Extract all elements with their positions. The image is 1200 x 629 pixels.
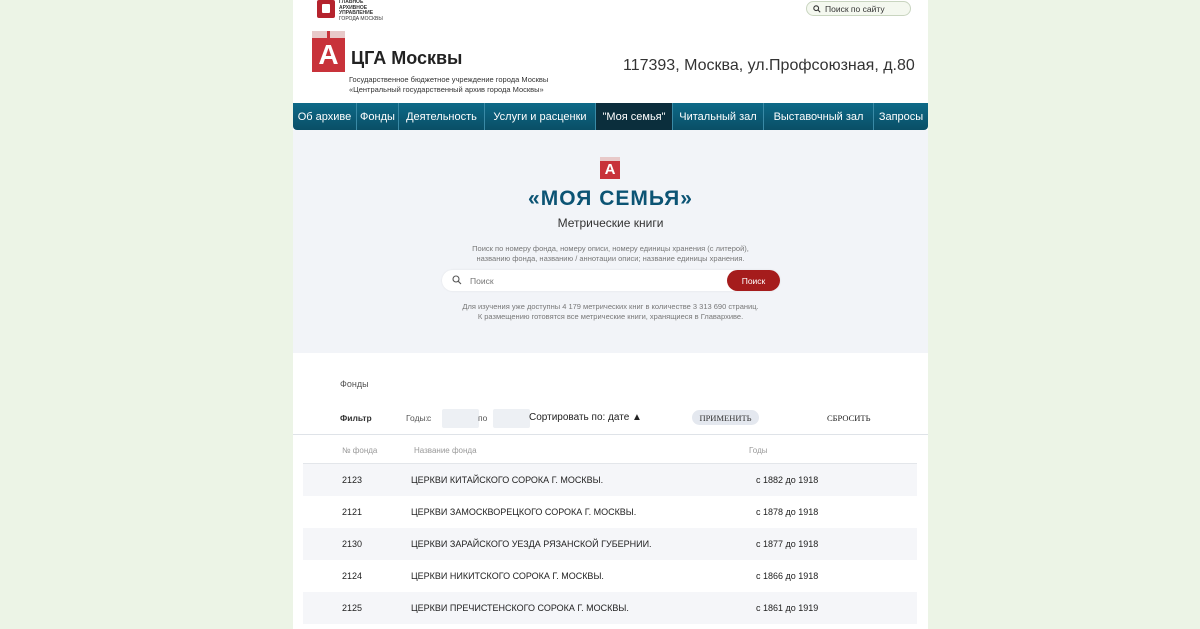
fund-name: ЦЕРКВИ КИТАЙСКОГО СОРОКА Г. МОСКВЫ. bbox=[411, 475, 604, 485]
nav-item-funds[interactable]: Фонды bbox=[357, 103, 399, 130]
my-family-hero: А «МОЯ СЕМЬЯ» Метрические книги Поиск по… bbox=[293, 130, 928, 353]
apply-filter-button[interactable]: ПРИМЕНИТЬ bbox=[692, 410, 759, 425]
org-desc-line-2: «Центральный государственный архив город… bbox=[349, 84, 544, 94]
funds-section-label: Фонды bbox=[340, 379, 369, 389]
search-hint: Поиск по номеру фонда, номеру описи, ном… bbox=[293, 244, 928, 264]
archive-logo-icon[interactable]: А bbox=[312, 31, 345, 72]
gov-text-line-3: ГОРОДА МОСКВЫ bbox=[339, 15, 383, 22]
main-nav: Об архиве Фонды Деятельность Услуги и ра… bbox=[293, 103, 928, 130]
fund-name: ЦЕРКВИ НИКИТСКОГО СОРОКА Г. МОСКВЫ. bbox=[411, 571, 604, 581]
nav-item-reading-room[interactable]: Читальный зал bbox=[673, 103, 764, 130]
stats-line-2: К размещению готовятся все метрические к… bbox=[477, 312, 744, 321]
table-header: № фонда Название фонда Годы bbox=[303, 436, 917, 464]
archive-logo-letter: А bbox=[318, 39, 339, 70]
table-row[interactable]: 2130 ЦЕРКВИ ЗАРАЙСКОГО УЕЗДА РЯЗАНСКОЙ Г… bbox=[303, 528, 917, 560]
fund-number: 2121 bbox=[342, 507, 363, 517]
org-description: Государственное бюджетное учреждение гор… bbox=[349, 75, 579, 94]
fund-years: с 1878 до 1918 bbox=[756, 507, 819, 517]
records-search-input[interactable] bbox=[468, 272, 722, 290]
hero-title: «МОЯ СЕМЬЯ» bbox=[528, 187, 693, 210]
archive-logo-small-icon: А bbox=[600, 157, 620, 179]
nav-item-about[interactable]: Об архиве bbox=[293, 103, 357, 130]
table-row[interactable]: 2125 ЦЕРКВИ ПРЕЧИСТЕНСКОГО СОРОКА Г. МОС… bbox=[303, 592, 917, 624]
site-search-placeholder: Поиск по сайту bbox=[825, 3, 885, 14]
hero-logo-letter: А bbox=[604, 161, 616, 178]
fund-name: ЦЕРКВИ ЗАРАЙСКОГО УЕЗДА РЯЗАНСКОЙ ГУБЕРН… bbox=[411, 539, 652, 549]
table-row[interactable]: 2121 ЦЕРКВИ ЗАМОСКВОРЕЦКОГО СОРОКА Г. МО… bbox=[303, 496, 917, 528]
nav-item-exhibition-hall[interactable]: Выставочный зал bbox=[764, 103, 874, 130]
filter-label: Фильтр bbox=[340, 413, 372, 423]
year-from-label: с bbox=[427, 413, 432, 423]
fund-years: с 1866 до 1918 bbox=[756, 571, 819, 581]
sort-by-date-toggle[interactable]: Сортировать по: дате ▲ bbox=[529, 412, 642, 423]
year-from-input[interactable] bbox=[442, 409, 479, 428]
column-header-fund-number: № фонда bbox=[342, 446, 378, 455]
fund-number: 2130 bbox=[342, 539, 363, 549]
years-label: Годы: bbox=[406, 413, 429, 423]
reset-filter-button[interactable]: СБРОСИТЬ bbox=[827, 413, 871, 423]
fund-years: с 1861 до 1919 bbox=[756, 603, 819, 613]
address: 117393, Москва, ул.Профсоюзная, д.80 bbox=[623, 57, 915, 74]
org-title[interactable]: ЦГА Москвы bbox=[351, 48, 462, 69]
year-to-label: по bbox=[478, 413, 488, 423]
search-button[interactable]: Поиск bbox=[727, 270, 780, 291]
search-hint-line-2: названию фонда, названию / аннотации опи… bbox=[476, 254, 745, 263]
funds-table: № фонда Название фонда Годы 2123 ЦЕРКВИ … bbox=[303, 436, 917, 624]
fund-number: 2124 bbox=[342, 571, 363, 581]
divider bbox=[293, 434, 928, 435]
column-header-years: Годы bbox=[749, 446, 768, 455]
table-row[interactable]: 2124 ЦЕРКВИ НИКИТСКОГО СОРОКА Г. МОСКВЫ.… bbox=[303, 560, 917, 592]
org-desc-line-1: Государственное бюджетное учреждение гор… bbox=[349, 75, 549, 84]
fund-number: 2125 bbox=[342, 603, 363, 613]
hero-subtitle: Метрические книги bbox=[557, 216, 664, 230]
fund-number: 2123 bbox=[342, 475, 363, 485]
moscow-coat-of-arms-icon bbox=[317, 0, 335, 18]
table-body: 2123 ЦЕРКВИ КИТАЙСКОГО СОРОКА Г. МОСКВЫ.… bbox=[303, 464, 917, 624]
fund-name: ЦЕРКВИ ЗАМОСКВОРЕЦКОГО СОРОКА Г. МОСКВЫ. bbox=[411, 507, 637, 517]
year-to-input[interactable] bbox=[493, 409, 530, 428]
site-search-input[interactable]: Поиск по сайту bbox=[806, 1, 911, 16]
nav-item-services[interactable]: Услуги и расценки bbox=[485, 103, 596, 130]
nav-item-activity[interactable]: Деятельность bbox=[399, 103, 485, 130]
table-row[interactable]: 2123 ЦЕРКВИ КИТАЙСКОГО СОРОКА Г. МОСКВЫ.… bbox=[303, 464, 917, 496]
fund-name: ЦЕРКВИ ПРЕЧИСТЕНСКОГО СОРОКА Г. МОСКВЫ. bbox=[411, 603, 629, 613]
gov-logo-text: ГЛАВНОЕ АРХИВНОЕ УПРАВЛЕНИЕ ГОРОДА МОСКВ… bbox=[339, 0, 385, 22]
search-icon bbox=[452, 275, 462, 285]
nav-item-my-family[interactable]: "Моя семья" bbox=[596, 103, 673, 130]
availability-stats: Для изучения уже доступны 4 179 метричес… bbox=[293, 302, 928, 322]
nav-item-requests[interactable]: Запросы bbox=[874, 103, 928, 130]
search-hint-line-1: Поиск по номеру фонда, номеру описи, ном… bbox=[472, 244, 749, 253]
page-container: ГЛАВНОЕ АРХИВНОЕ УПРАВЛЕНИЕ ГОРОДА МОСКВ… bbox=[293, 0, 928, 629]
records-search-bar: Поиск bbox=[442, 270, 780, 291]
filter-bar: Фильтр Годы: с по Сортировать по: дате ▲… bbox=[340, 409, 900, 428]
search-icon bbox=[813, 4, 821, 13]
column-header-fund-name: Название фонда bbox=[414, 446, 477, 455]
gov-logo-link[interactable]: ГЛАВНОЕ АРХИВНОЕ УПРАВЛЕНИЕ ГОРОДА МОСКВ… bbox=[317, 0, 385, 22]
fund-years: с 1882 до 1918 bbox=[756, 475, 819, 485]
fund-years: с 1877 до 1918 bbox=[756, 539, 819, 549]
stats-line-1: Для изучения уже доступны 4 179 метричес… bbox=[462, 302, 759, 311]
